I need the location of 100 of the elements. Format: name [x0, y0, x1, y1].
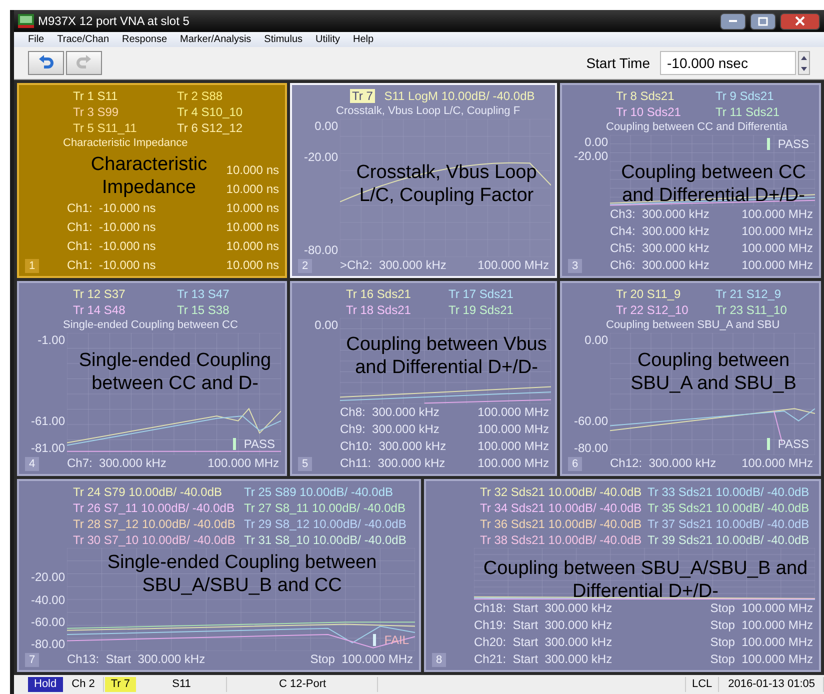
trace-window[interactable]: [560, 83, 821, 278]
plot-title: Coupling between SBU_A and SBU: [605, 318, 781, 333]
trace-label[interactable]: Tr 4 S10_10: [177, 104, 281, 120]
trace-label[interactable]: Tr 19 Sds21: [448, 302, 551, 318]
trace-label[interactable]: Tr 9 Sds21: [716, 88, 815, 104]
axis-tick-label: 0.00: [584, 135, 608, 149]
trace-label[interactable]: Tr 7 S11 LogM 10.00dB/ -40.0dB: [350, 88, 535, 104]
trace-label[interactable]: Tr 34 Sds21 10.00dB/ -40.0dB: [480, 500, 648, 516]
trace-label[interactable]: Tr 30 S7_10 10.00dB/ -40.0dB: [73, 532, 244, 548]
window-caption: Coupling between SBU_A and SBU_B: [630, 349, 798, 395]
window-caption: Coupling between Vbus and Differential D+/D-: [345, 333, 548, 379]
trace-label[interactable]: Tr 18 Sds21: [346, 302, 448, 318]
close-button[interactable]: [780, 12, 820, 30]
channel-range-stop: Stop 100.000 MHz: [710, 651, 813, 668]
start-time-field[interactable]: -10.000 nsec: [660, 51, 796, 75]
status-field: C 12-Port: [228, 677, 378, 692]
status-field: Hold: [28, 677, 63, 692]
trace-label[interactable]: Tr 8 Sds21: [616, 88, 716, 104]
channel-range-start: Ch7: 300.000 kHz: [67, 455, 166, 472]
trace-label[interactable]: Tr 14 S48: [73, 302, 177, 318]
undo-button[interactable]: [28, 51, 64, 75]
channel-range-stop: 100.000 MHz: [478, 421, 549, 438]
trace-label[interactable]: Tr 25 S89 10.00dB/ -40.0dB: [244, 484, 415, 500]
trace-label[interactable]: Tr 33 Sds21 10.00dB/ -40.0dB: [648, 484, 815, 500]
trace-label[interactable]: Tr 16 Sds21: [346, 286, 448, 302]
start-time-label: Start Time: [586, 54, 650, 72]
trace-label[interactable]: Tr 28 S7_12 10.00dB/ -40.0dB: [73, 516, 244, 532]
limit-result: PASS: [778, 136, 809, 153]
window-caption: Coupling between SBU_A/SBU_B and Differential D+/D-: [482, 557, 809, 603]
channel-range-start: Ch1: -10.000 ns: [67, 219, 156, 236]
trace-label[interactable]: Tr 3 S99: [73, 104, 177, 120]
trace-window[interactable]: [424, 479, 821, 672]
trace-label[interactable]: Tr 32 Sds21 10.00dB/ -40.0dB: [480, 484, 648, 500]
plot-title: Coupling between CC and Differentia: [605, 120, 788, 135]
axis-tick-label: -60.00: [572, 414, 608, 428]
trace-label[interactable]: Tr 37 Sds21 10.00dB/ -40.0dB: [648, 516, 815, 532]
axis-tick-label: -20.00: [302, 150, 338, 164]
trace-label[interactable]: Tr 26 S7_11 10.00dB/ -40.0dB: [73, 500, 244, 516]
window-number: 5: [298, 457, 312, 471]
trace-label[interactable]: Tr 31 S8_10 10.00dB/ -40.0dB: [244, 532, 415, 548]
limit-result: PASS: [244, 436, 275, 453]
menu-item[interactable]: Marker/Analysis: [180, 32, 252, 47]
limit-marker: [373, 634, 376, 646]
trace-label[interactable]: Tr 38 Sds21 10.00dB/ -40.0dB: [480, 532, 648, 548]
maximize-button[interactable]: [750, 12, 776, 30]
axis-tick-label: -80.00: [30, 637, 65, 651]
channel-range-stop: 100.000 MHz: [208, 455, 279, 472]
channel-range-start: Ch8: 300.000 kHz: [340, 404, 440, 421]
trace-label[interactable]: Tr 11 Sds21: [716, 104, 815, 120]
trace-label[interactable]: Tr 24 S79 10.00dB/ -40.0dB: [73, 484, 244, 500]
trace-label[interactable]: Tr 21 S12_9: [716, 286, 815, 302]
axis-tick-label: 0.00: [584, 333, 608, 347]
trace-label[interactable]: Tr 23 S11_10: [716, 302, 815, 318]
window-title: M937X 12 port VNA at slot 5: [38, 13, 190, 30]
redo-icon: [76, 55, 92, 71]
undo-icon: [38, 55, 54, 71]
trace-window[interactable]: [17, 479, 421, 672]
trace-label[interactable]: Tr 13 S47: [177, 286, 281, 302]
axis-tick-label: -61.00: [30, 414, 65, 428]
trace-label[interactable]: Tr 29 S8_12 10.00dB/ -40.0dB: [244, 516, 415, 532]
trace-label[interactable]: Tr 22 S12_10: [616, 302, 716, 318]
trace-label[interactable]: Tr 2 S88: [177, 88, 281, 104]
spin-buttons[interactable]: [798, 51, 810, 75]
trace-label[interactable]: Tr 15 S38: [177, 302, 281, 318]
menu-item[interactable]: Help: [352, 32, 374, 47]
menu-item[interactable]: Response: [122, 32, 168, 47]
trace-label[interactable]: Tr 20 S11_9: [616, 286, 716, 302]
minimize-button[interactable]: [720, 12, 746, 30]
trace-label[interactable]: Tr 5 S11_11: [73, 120, 177, 136]
channel-range-start: Ch10: 300.000 kHz: [340, 438, 446, 455]
trace-label[interactable]: Tr 17 Sds21: [448, 286, 551, 302]
status-field: S11: [137, 677, 228, 692]
channel-range-stop: 100.000 MHz: [478, 404, 549, 421]
limit-marker: [766, 138, 770, 150]
trace-label[interactable]: Tr 1 S11: [73, 88, 177, 104]
trace-window[interactable]: Tr 7 S11 LogM 10.00dB/ -40.0dB Crosstalk, Vbus Loop L/C, Coupling F Crosstalk, Vbus Loop L/C, Coupling Factor 0.00 -20.00 -80.00 2 >Ch2: 300.000 kHz 100.000 MHz: [290, 83, 557, 278]
close-icon: [795, 16, 805, 26]
menu-item[interactable]: Stimulus: [264, 32, 303, 47]
axis-tick-label: -80.00: [302, 243, 338, 257]
axis-tick-label: -81.00: [30, 441, 65, 455]
menu-item[interactable]: File: [28, 32, 44, 47]
trace-window[interactable]: [290, 281, 557, 476]
trace-label[interactable]: Tr 35 Sds21 10.00dB/ -40.0dB: [648, 500, 815, 516]
status-field: Ch 2: [64, 677, 104, 692]
menu-item[interactable]: Trace/Chan: [57, 32, 109, 47]
trace-label[interactable]: Tr 27 S8_11 10.00dB/ -40.0dB: [244, 500, 415, 516]
trace-window[interactable]: Tr 12 S37 Tr 13 S47 Tr 14 S48 Tr 15 S38 Single-ended Coupling between CC Single-ended Coupling between CC and D- -1.00 -61.00 -81.00 PASS 4 Ch7: 300.000 kHz 100.000 MHz: [17, 281, 287, 476]
trace-label[interactable]: Tr 36 Sds21 10.00dB/ -40.0dB: [480, 516, 648, 532]
menu-item[interactable]: Utility: [316, 32, 340, 47]
channel-range-start: Ch1: -10.000 ns: [67, 200, 156, 217]
app-icon: [18, 14, 34, 28]
minimize-icon: [728, 19, 738, 23]
channel-range-start: Ch6: 300.000 kHz: [610, 257, 710, 274]
trace-window[interactable]: Tr 20 S11_9 Tr 21 S12_9 Tr 22 S12_10 Tr 23 S11_10 Coupling between SBU_A and SBU Coupling between SBU_A and SBU_B 0.00 -60.00 -80.00 PASS 6 Ch12: 300.000 kHz 100.000 MHz: [560, 281, 821, 476]
trace-label[interactable]: Tr 10 Sds21: [616, 104, 716, 120]
channel-range-start: Ch5: 300.000 kHz: [610, 240, 710, 257]
trace-label[interactable]: Tr 39 Sds21 10.00dB/ -40.0dB: [648, 532, 815, 548]
window-number: 7: [25, 653, 40, 667]
trace-label[interactable]: Tr 6 S12_12: [177, 120, 281, 136]
trace-label[interactable]: Tr 12 S37: [73, 286, 177, 302]
